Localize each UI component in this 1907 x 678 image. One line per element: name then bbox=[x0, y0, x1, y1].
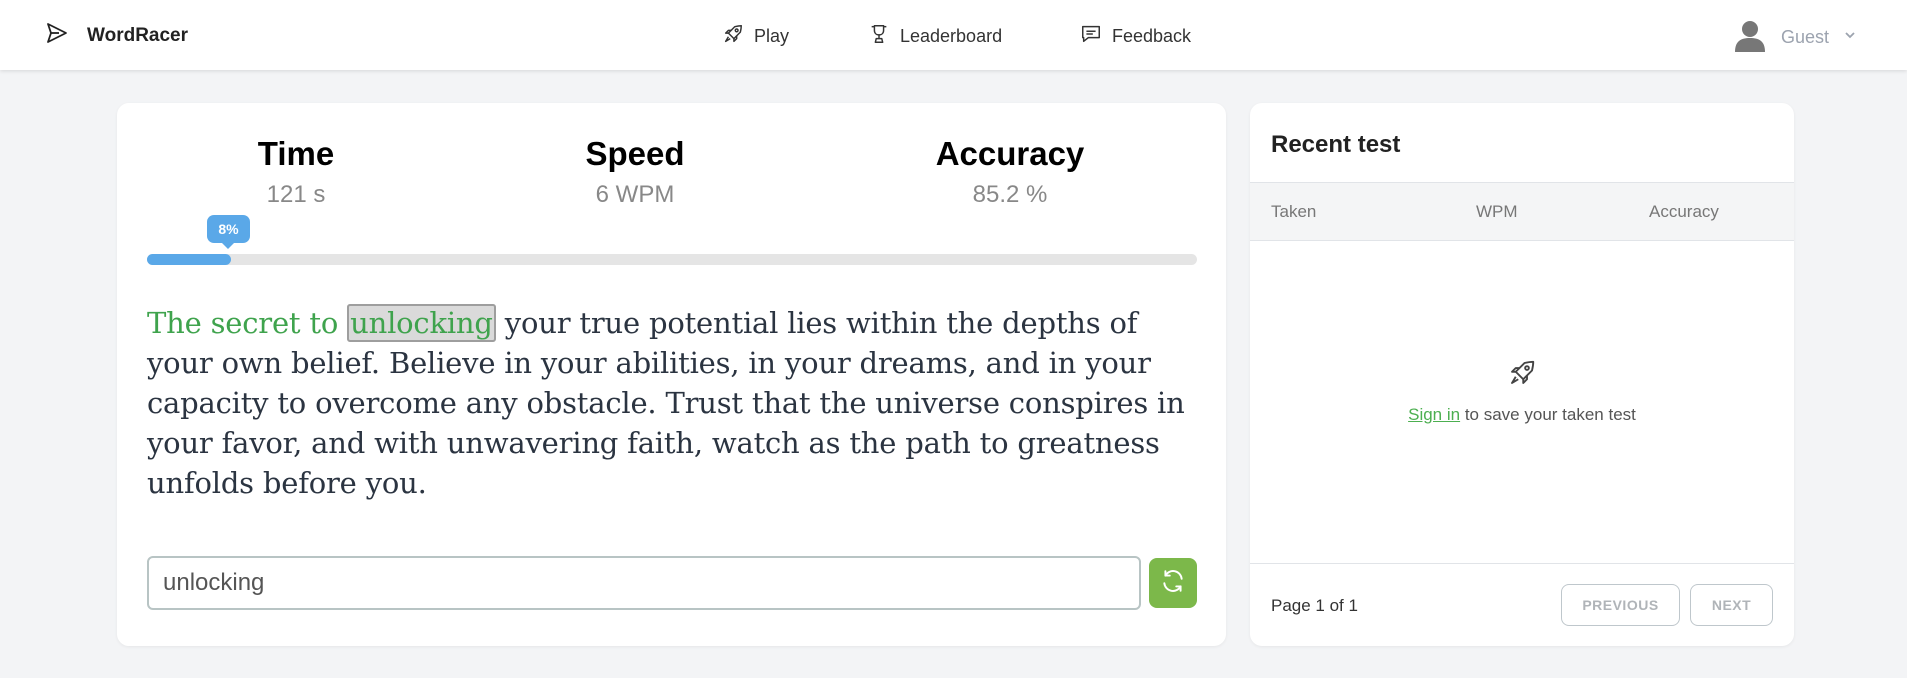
brand-name: WordRacer bbox=[87, 24, 189, 46]
user-name: Guest bbox=[1781, 27, 1830, 47]
stat-accuracy-label: Accuracy bbox=[935, 135, 1085, 172]
game-card: Time 121 s Speed 6 WPM Accuracy 85.2 % 8… bbox=[117, 103, 1226, 646]
column-taken: Taken bbox=[1271, 202, 1317, 221]
empty-state: Sign in to save your taken test bbox=[1250, 358, 1794, 425]
nav-feedback-label: Feedback bbox=[1112, 26, 1192, 46]
stat-speed-label: Speed bbox=[585, 135, 685, 172]
page-info: Page 1 of 1 bbox=[1271, 596, 1358, 615]
nav-feedback[interactable]: Feedback bbox=[1080, 23, 1191, 50]
navbar: WordRacer Play Leaderboard Feedback Gues… bbox=[0, 0, 1907, 70]
nav-leaderboard-label: Leaderboard bbox=[900, 26, 1003, 46]
stat-accuracy: Accuracy 85.2 % bbox=[890, 135, 1130, 209]
recent-title: Recent test bbox=[1271, 131, 1401, 158]
nav-play-label: Play bbox=[754, 26, 790, 46]
progress-bar bbox=[147, 254, 1197, 265]
restart-button[interactable] bbox=[1149, 558, 1197, 608]
pagination: Page 1 of 1 PREVIOUS NEXT bbox=[1250, 563, 1794, 646]
recent-test-card: Recent test Taken WPM Accuracy Sign in t… bbox=[1250, 103, 1794, 646]
table-header: Taken WPM Accuracy bbox=[1250, 182, 1794, 241]
empty-text: to save your taken test bbox=[1464, 405, 1636, 424]
current-word: unlocking bbox=[347, 304, 496, 342]
refresh-icon bbox=[1160, 568, 1186, 599]
stat-time-label: Time bbox=[257, 135, 335, 172]
stat-accuracy-value: 85.2 % bbox=[972, 181, 1048, 208]
typing-input[interactable] bbox=[147, 556, 1141, 610]
brand-logo[interactable]: WordRacer bbox=[45, 21, 188, 50]
chevron-down-icon bbox=[1843, 28, 1857, 47]
empty-message: Sign in to save your taken test bbox=[1250, 405, 1794, 425]
stat-speed-value: 6 WPM bbox=[595, 181, 675, 208]
stat-speed: Speed 6 WPM bbox=[515, 135, 755, 209]
trophy-icon bbox=[868, 23, 890, 50]
stat-time-value: 121 s bbox=[266, 181, 326, 208]
column-accuracy: Accuracy bbox=[1649, 202, 1719, 221]
next-button[interactable]: NEXT bbox=[1690, 584, 1773, 626]
typed-text: The secret to bbox=[147, 306, 339, 340]
avatar bbox=[1733, 18, 1767, 57]
rocket-icon bbox=[722, 23, 744, 50]
user-menu[interactable]: Guest bbox=[1733, 18, 1857, 57]
nav-play[interactable]: Play bbox=[722, 23, 789, 50]
passage-text: The secret to unlocking your true potent… bbox=[147, 303, 1207, 503]
progress-fill bbox=[147, 254, 231, 265]
column-wpm: WPM bbox=[1476, 202, 1518, 221]
progress-badge: 8% bbox=[207, 215, 250, 249]
rocket-icon bbox=[1507, 360, 1537, 392]
nav-leaderboard[interactable]: Leaderboard bbox=[868, 23, 1002, 50]
previous-button[interactable]: PREVIOUS bbox=[1561, 584, 1680, 626]
sign-in-link[interactable]: Sign in bbox=[1408, 405, 1460, 424]
stat-time: Time 121 s bbox=[176, 135, 416, 209]
send-icon bbox=[45, 21, 69, 50]
chat-icon bbox=[1080, 23, 1102, 50]
